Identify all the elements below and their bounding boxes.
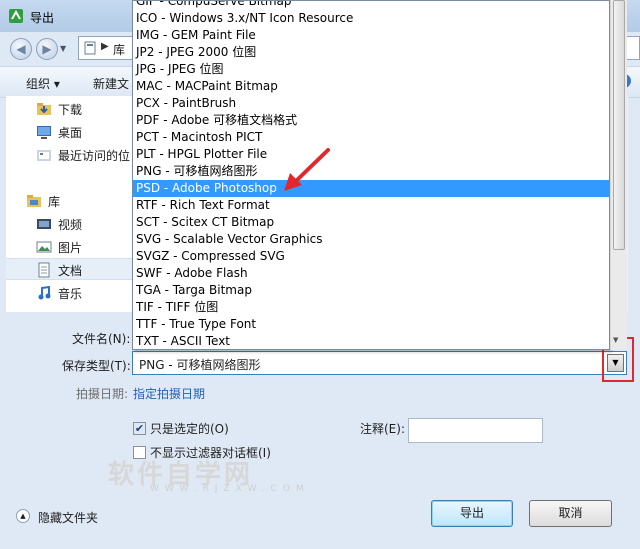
savetype-option[interactable]: PCT - Macintosh PICT <box>133 129 609 146</box>
checkmark-icon: ✔ <box>134 422 145 435</box>
savetype-option[interactable]: SVGZ - Compressed SVG <box>133 248 609 265</box>
forward-arrow-icon: ▶ <box>42 42 52 56</box>
music-icon <box>38 285 51 300</box>
video-icon <box>37 219 51 229</box>
breadcrumb-separator[interactable]: ▶ <box>101 41 109 52</box>
app-icon <box>9 9 23 23</box>
watermark-url: WWW.RJZXW.COM <box>150 484 310 494</box>
forward-button[interactable]: ▶ <box>36 38 58 60</box>
savetype-option[interactable]: JP2 - JPEG 2000 位图 <box>133 44 609 61</box>
notes-input[interactable] <box>408 418 543 443</box>
savetype-option[interactable]: MAC - MACPaint Bitmap <box>133 78 609 95</box>
savetype-option[interactable]: SVG - Scalable Vector Graphics <box>133 231 609 248</box>
breadcrumb-library[interactable]: 库 <box>113 41 125 58</box>
savetype-selected-value: PNG - 可移植网络图形 <box>139 358 261 372</box>
savetype-select[interactable]: PNG - 可移植网络图形 ▼ <box>132 351 627 375</box>
back-button[interactable]: ◀ <box>10 38 32 60</box>
filename-label: 文件名(N): <box>72 332 131 346</box>
hide-folders-label: 隐藏文件夹 <box>38 511 99 525</box>
library-icon <box>27 195 41 207</box>
savetype-option[interactable]: PLT - HPGL Plotter File <box>133 146 609 163</box>
savetype-option[interactable]: SWF - Adobe Flash <box>133 265 609 282</box>
new-folder-button[interactable]: 新建文 <box>93 75 129 92</box>
sidebar-item-recent[interactable]: 最近访问的位 <box>6 144 134 166</box>
back-arrow-icon: ◀ <box>16 42 26 56</box>
sidebar-item-libraries[interactable]: 库 <box>6 190 134 212</box>
savetype-option[interactable]: PNG - 可移植网络图形 <box>133 163 609 180</box>
desktop-icon <box>37 126 51 139</box>
window-title: 导出 <box>30 11 55 25</box>
savetype-label: 保存类型(T): <box>62 359 131 373</box>
selected-only-label[interactable]: 只是选定的(O) <box>150 420 229 437</box>
savetype-option[interactable]: SCT - Scitex CT Bitmap <box>133 214 609 231</box>
annotation-arrow-icon <box>284 148 330 191</box>
library-path-icon <box>84 41 96 55</box>
savetype-option[interactable]: TIF - TIFF 位图 <box>133 299 609 316</box>
sidebar-item-label: 视频 <box>58 218 83 232</box>
sidebar-item-label: 图片 <box>58 241 83 255</box>
options-scrollbar[interactable]: ▼ <box>610 0 627 350</box>
savetype-options-list[interactable]: GIF - CompuServe Bitmap ICO - Windows 3.x… <box>132 0 610 350</box>
savetype-option[interactable]: PDF - Adobe 可移植文档格式 <box>133 112 609 129</box>
sidebar-item-downloads[interactable]: 下载 <box>6 98 134 120</box>
savetype-option[interactable]: TXT - ASCII Text <box>133 333 609 349</box>
sidebar-item-pictures[interactable]: 图片 <box>6 236 134 258</box>
cancel-button[interactable]: 取消 <box>529 500 612 527</box>
savetype-option[interactable]: GIF - CompuServe Bitmap <box>133 1 609 10</box>
selected-only-checkbox[interactable]: ✔ <box>133 422 146 435</box>
savetype-option[interactable]: JPG - JPEG 位图 <box>133 61 609 78</box>
sidebar-item-label: 下载 <box>58 103 83 117</box>
date-taken-label: 拍摄日期: <box>76 387 129 401</box>
savetype-option[interactable]: TTF - True Type Font <box>133 316 609 333</box>
documents-icon <box>38 262 50 278</box>
sidebar-item-desktop[interactable]: 桌面 <box>6 121 134 143</box>
recent-locations-dropdown[interactable]: ▼ <box>60 44 66 53</box>
download-folder-icon <box>37 103 51 115</box>
chevron-up-icon: ▲ <box>16 509 30 523</box>
scrollbar-thumb[interactable] <box>613 0 625 250</box>
savetype-option[interactable]: TGA - Targa Bitmap <box>133 282 609 299</box>
sidebar-item-videos[interactable]: 视频 <box>6 213 134 235</box>
export-button[interactable]: 导出 <box>431 500 513 527</box>
savetype-option[interactable]: IMG - GEM Paint File <box>133 27 609 44</box>
sidebar-item-label: 桌面 <box>58 126 83 140</box>
sidebar-item-label: 文档 <box>58 264 83 278</box>
savetype-option[interactable]: ICO - Windows 3.x/NT Icon Resource <box>133 10 609 27</box>
sidebar-item-documents[interactable]: 文档 <box>6 258 134 280</box>
sidebar-item-music[interactable]: 音乐 <box>6 282 134 304</box>
notes-label: 注释(E): <box>360 422 405 436</box>
navigation-pane: 下载 桌面 最近访问的位 库 视频 图片 文档 音乐 <box>6 96 134 312</box>
address-bar[interactable]: ▶ 库 <box>78 36 134 60</box>
savetype-option[interactable]: PCX - PaintBrush <box>133 95 609 112</box>
specify-date-link[interactable]: 指定拍摄日期 <box>133 385 205 402</box>
savetype-option[interactable]: RTF - Rich Text Format <box>133 197 609 214</box>
sidebar-item-label: 库 <box>48 195 61 209</box>
sidebar-item-label: 音乐 <box>58 287 83 301</box>
organize-button[interactable]: 组织 ▾ <box>26 75 60 92</box>
scroll-down-icon[interactable]: ▼ <box>613 336 618 344</box>
recent-places-icon <box>37 150 51 161</box>
savetype-option[interactable]: PSD - Adobe Photoshop <box>133 180 609 197</box>
pictures-icon <box>36 241 52 253</box>
sidebar-item-label: 最近访问的位 <box>58 149 131 163</box>
